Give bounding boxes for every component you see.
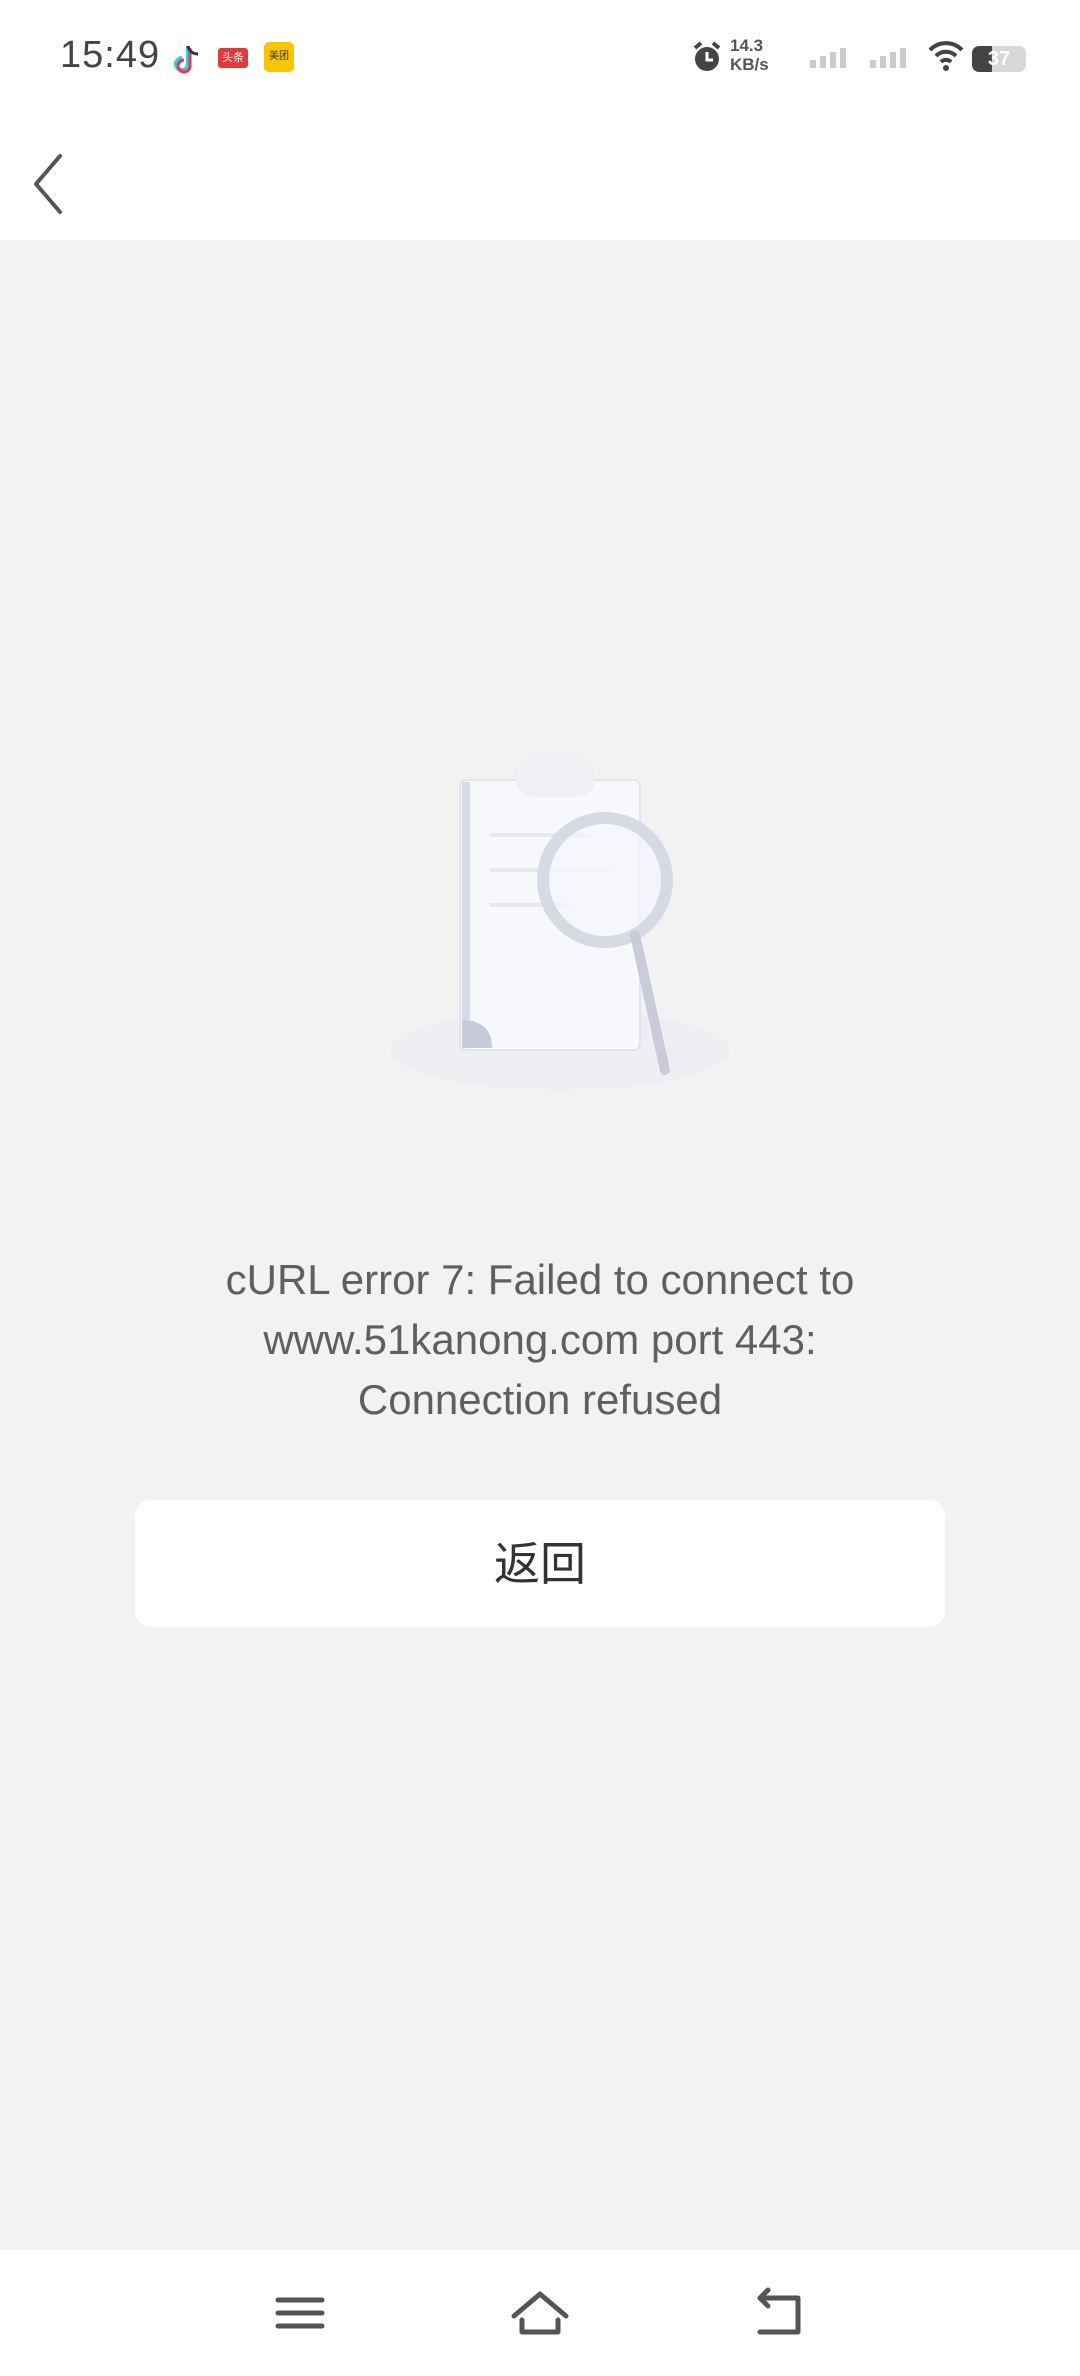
- home-icon: [511, 2291, 569, 2335]
- signal-icon: [870, 48, 906, 68]
- document-search-icon: [390, 755, 730, 1090]
- back-icon: [757, 2287, 801, 2335]
- tiktok-icon: [174, 45, 199, 74]
- chevron-left-icon: [34, 154, 62, 214]
- system-back-button[interactable]: [740, 2280, 820, 2350]
- error-line: cURL error 7: Failed to connect to: [225, 1256, 855, 1303]
- empty-state-illustration: [390, 720, 790, 1140]
- menu-button[interactable]: [260, 2280, 340, 2350]
- error-line: www.51kanong.com port 443:: [263, 1316, 817, 1363]
- status-time: 15:49: [60, 34, 161, 76]
- back-button[interactable]: [20, 132, 100, 222]
- signal-icon: [810, 48, 846, 68]
- system-navigation-bar: [0, 2250, 1080, 2376]
- menu-icon: [275, 2297, 325, 2329]
- top-bar: [0, 112, 1080, 240]
- error-message: cURL error 7: Failed to connect to www.5…: [140, 1250, 940, 1430]
- battery-icon: 37: [972, 46, 1026, 72]
- return-button[interactable]: 返回: [135, 1500, 945, 1627]
- battery-level: 37: [987, 48, 1011, 70]
- toutiao-icon: 头条: [218, 48, 248, 68]
- meituan-icon: 美团: [264, 42, 294, 72]
- error-line: Connection refused: [357, 1376, 723, 1423]
- alarm-icon: [693, 41, 721, 71]
- status-bar: 15:49 头条 美团 14.3 KB/s 37: [0, 0, 1080, 112]
- network-speed: 14.3 KB/s: [730, 36, 769, 74]
- home-button[interactable]: [500, 2280, 580, 2350]
- wifi-icon: [928, 41, 964, 71]
